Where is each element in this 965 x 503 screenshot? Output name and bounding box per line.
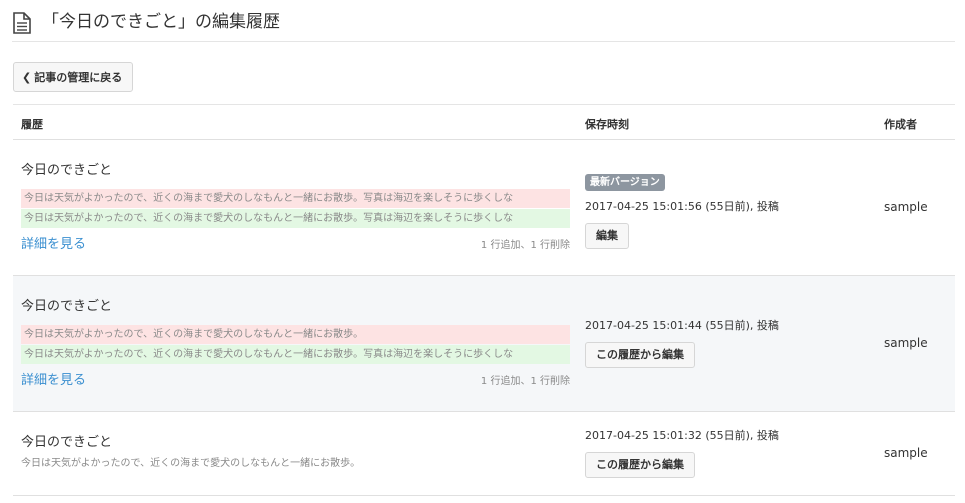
- diff-removed-line: 今日は天気がよかったので、近くの海まで愛犬のしなもんと一緒にお散歩。: [21, 325, 570, 344]
- revision-title: 今日のできごと: [21, 299, 113, 314]
- saved-timestamp: 2017-04-25 15:01:56 (55日前), 投稿: [585, 200, 779, 213]
- view-details-link[interactable]: 詳細を見る: [21, 373, 86, 388]
- page-title: 「今日のできごと」の編集履歴: [42, 12, 280, 32]
- page-header: 「今日のできごと」の編集履歴: [12, 10, 955, 42]
- table-header: 履歴 保存時刻 作成者: [13, 104, 955, 140]
- revision-history-table: 履歴 保存時刻 作成者 今日のできごと 今日は天気がよかったので、近くの海まで愛…: [13, 104, 955, 496]
- chevron-left-icon: ❮: [22, 70, 32, 84]
- time-cell: 2017-04-25 15:01:44 (55日前), 投稿 この履歴から編集: [585, 318, 779, 368]
- diff-stats: 1 行追加、1 行削除: [480, 240, 570, 251]
- diff-removed-line: 今日は天気がよかったので、近くの海まで愛犬のしなもんと一緒にお散歩。写真は海辺を…: [21, 189, 570, 208]
- author-cell: sample: [884, 200, 928, 214]
- column-saved-time: 保存時刻: [585, 118, 629, 131]
- author-cell: sample: [884, 336, 928, 350]
- back-to-articles-button[interactable]: ❮ 記事の管理に戻る: [13, 62, 134, 92]
- revision-title: 今日のできごと: [21, 163, 113, 178]
- edit-button[interactable]: 編集: [585, 223, 629, 249]
- revision-text: 今日は天気がよかったので、近くの海まで愛犬のしなもんと一緒にお散歩。: [21, 458, 361, 469]
- table-row: 今日のできごと 今日は天気がよかったので、近くの海まで愛犬のしなもんと一緒にお散…: [13, 140, 955, 276]
- time-cell: 最新バージョン 2017-04-25 15:01:56 (55日前), 投稿 編…: [585, 170, 779, 249]
- revision-title: 今日のできごと: [21, 435, 113, 450]
- author-cell: sample: [884, 446, 928, 460]
- diff-added-line: 今日は天気がよかったので、近くの海まで愛犬のしなもんと一緒にお散歩。写真は海辺を…: [21, 209, 570, 228]
- diff-added-line: 今日は天気がよかったので、近くの海まで愛犬のしなもんと一緒にお散歩。写真は海辺を…: [21, 345, 570, 364]
- edit-from-revision-button[interactable]: この履歴から編集: [585, 342, 695, 368]
- column-history: 履歴: [21, 118, 43, 131]
- history-cell: 今日のできごと 今日は天気がよかったので、近くの海まで愛犬のしなもんと一緒にお散…: [21, 298, 570, 388]
- history-cell: 今日のできごと 今日は天気がよかったので、近くの海まで愛犬のしなもんと一緒にお散…: [21, 434, 570, 472]
- view-details-link[interactable]: 詳細を見る: [21, 237, 86, 252]
- time-cell: 2017-04-25 15:01:32 (55日前), 投稿 この履歴から編集: [585, 428, 779, 478]
- table-row: 今日のできごと 今日は天気がよかったので、近くの海まで愛犬のしなもんと一緒にお散…: [13, 412, 955, 496]
- saved-timestamp: 2017-04-25 15:01:32 (55日前), 投稿: [585, 429, 779, 442]
- diff-stats: 1 行追加、1 行削除: [480, 376, 570, 387]
- back-button-label: 記事の管理に戻る: [34, 71, 123, 84]
- document-icon: [13, 12, 31, 34]
- table-row: 今日のできごと 今日は天気がよかったので、近くの海まで愛犬のしなもんと一緒にお散…: [13, 276, 955, 412]
- history-cell: 今日のできごと 今日は天気がよかったので、近くの海まで愛犬のしなもんと一緒にお散…: [21, 162, 570, 252]
- latest-version-badge: 最新バージョン: [585, 174, 665, 191]
- column-author: 作成者: [884, 118, 917, 131]
- saved-timestamp: 2017-04-25 15:01:44 (55日前), 投稿: [585, 319, 779, 332]
- edit-from-revision-button[interactable]: この履歴から編集: [585, 452, 695, 478]
